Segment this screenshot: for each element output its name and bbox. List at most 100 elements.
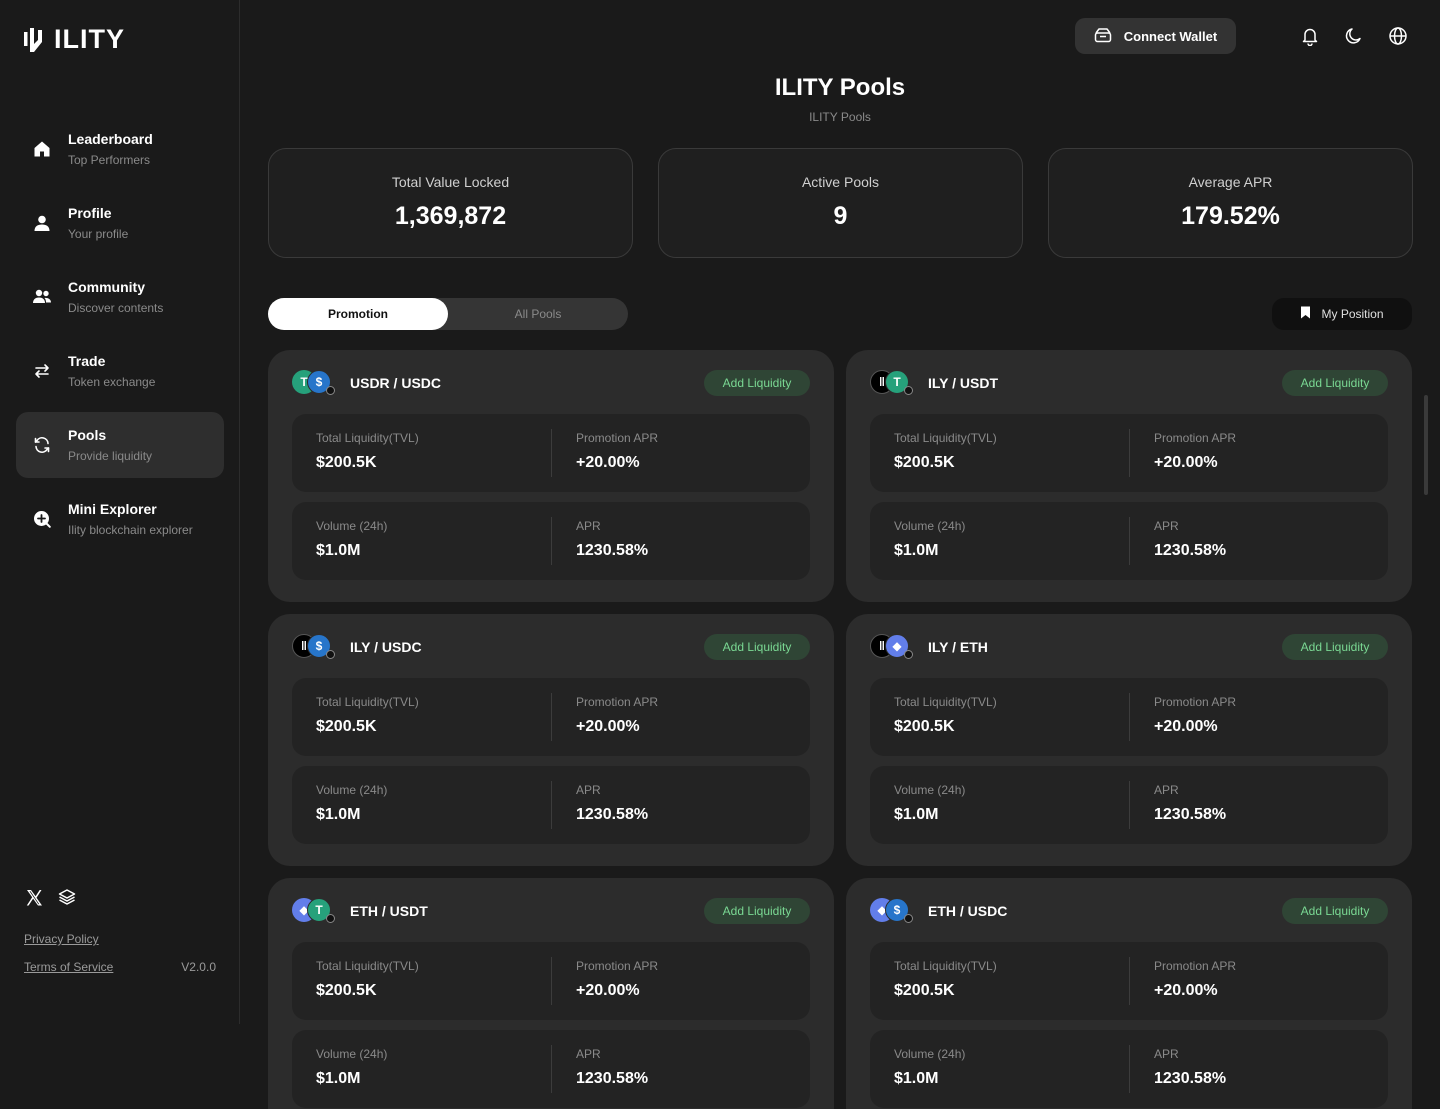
bell-icon[interactable]: [1300, 26, 1320, 47]
pool-pair-name: ETH / USDT: [350, 903, 428, 919]
add-liquidity-button[interactable]: Add Liquidity: [704, 634, 810, 660]
pool-metrics-row: Volume (24h) $1.0M APR 1230.58%: [870, 502, 1388, 580]
pool-card: T $ USDR / USDC Add Liquidity Total Liqu…: [268, 350, 834, 602]
sidebar-item-community[interactable]: Community Discover contents: [16, 264, 224, 330]
tab-promotion[interactable]: Promotion: [268, 298, 448, 330]
metric-value: 1230.58%: [576, 1070, 649, 1087]
pair-icons: ǁ $: [292, 634, 336, 660]
metric-label: Volume (24h): [894, 519, 966, 533]
metric-apr: APR 1230.58%: [1154, 783, 1226, 824]
metric-label: Total Liquidity(TVL): [894, 431, 997, 445]
stat-label: Average APR: [1188, 174, 1273, 190]
pool-metrics-row: Volume (24h) $1.0M APR 1230.58%: [870, 1030, 1388, 1108]
people-icon: [32, 287, 52, 307]
page-title: ILITY Pools: [774, 74, 906, 101]
user-icon: [32, 213, 52, 233]
pool-metrics-row: Total Liquidity(TVL) $200.5K Promotion A…: [870, 942, 1388, 1020]
layers-icon[interactable]: [58, 888, 76, 913]
metric-volume: Volume (24h) $1.0M: [894, 783, 965, 824]
bookmark-icon: [1300, 306, 1311, 322]
divider: [1129, 429, 1130, 477]
metric-value: 1230.58%: [1154, 806, 1227, 823]
sidebar-item-title: Pools: [68, 427, 107, 443]
add-liquidity-button[interactable]: Add Liquidity: [1282, 370, 1388, 396]
metric-label: Total Liquidity(TVL): [316, 695, 419, 709]
pool-metrics-row: Volume (24h) $1.0M APR 1230.58%: [292, 502, 810, 580]
divider: [1129, 781, 1130, 829]
x-twitter-icon[interactable]: [24, 888, 44, 913]
pool-card-header: T $ USDR / USDC: [292, 370, 441, 396]
my-position-label: My Position: [1321, 307, 1384, 321]
stat-value: 1,369,872: [394, 202, 507, 230]
metric-promotion-apr: Promotion APR +20.00%: [1154, 959, 1236, 1000]
metric-apr: APR 1230.58%: [576, 519, 648, 560]
sidebar-item-trade[interactable]: Trade Token exchange: [16, 338, 224, 404]
metric-tvl: Total Liquidity(TVL) $200.5K: [894, 695, 997, 736]
metric-label: Total Liquidity(TVL): [316, 431, 419, 445]
metric-volume: Volume (24h) $1.0M: [894, 1047, 965, 1088]
metric-apr: APR 1230.58%: [576, 1047, 648, 1088]
sidebar-item-subtitle: Discover contents: [68, 301, 164, 315]
pool-card-header: ǁ ◆ ILY / ETH: [870, 634, 988, 660]
stat-label: Total Value Locked: [391, 174, 510, 190]
explorer-icon: [32, 509, 52, 529]
metric-label: Total Liquidity(TVL): [894, 959, 997, 973]
scrollbar-thumb[interactable]: [1424, 395, 1428, 495]
social-links: [24, 888, 76, 913]
swap-icon: [32, 361, 52, 381]
globe-icon[interactable]: [1388, 26, 1408, 46]
metric-label: Total Liquidity(TVL): [894, 695, 997, 709]
connect-wallet-button[interactable]: Connect Wallet: [1075, 18, 1236, 54]
metric-label: APR: [576, 1047, 601, 1061]
metric-value: $1.0M: [894, 542, 939, 559]
metric-label: APR: [576, 783, 601, 797]
sidebar-item-title: Mini Explorer: [68, 501, 157, 517]
metric-label: APR: [576, 519, 601, 533]
ility-logo-icon: [24, 27, 42, 52]
brand-logo[interactable]: ILITY: [24, 24, 125, 55]
stat-card-tvl: Total Value Locked 1,369,872: [268, 148, 633, 258]
metric-tvl: Total Liquidity(TVL) $200.5K: [894, 431, 997, 472]
stat-card-active-pools: Active Pools 9: [658, 148, 1023, 258]
ily-network-badge-icon: [904, 914, 913, 923]
pool-card: ǁ $ ILY / USDC Add Liquidity Total Liqui…: [268, 614, 834, 866]
pair-icons: ǁ T: [870, 370, 914, 396]
add-liquidity-button[interactable]: Add Liquidity: [704, 370, 810, 396]
ily-network-badge-icon: [326, 650, 335, 659]
metric-value: $1.0M: [894, 806, 939, 823]
stat-value: 179.52%: [1181, 202, 1280, 230]
moon-icon[interactable]: [1344, 26, 1364, 46]
add-liquidity-button[interactable]: Add Liquidity: [1282, 634, 1388, 660]
metric-label: APR: [1154, 519, 1179, 533]
add-liquidity-button[interactable]: Add Liquidity: [1282, 898, 1388, 924]
pool-card-header: ◆ T ETH / USDT: [292, 898, 428, 924]
metric-value: $200.5K: [316, 982, 377, 999]
refresh-icon: [32, 435, 52, 455]
ily-network-badge-icon: [326, 386, 335, 395]
pool-pair-name: ILY / USDC: [350, 639, 422, 655]
metric-value: $1.0M: [316, 806, 361, 823]
metric-volume: Volume (24h) $1.0M: [894, 519, 965, 560]
tab-all-pools[interactable]: All Pools: [448, 298, 628, 330]
metric-apr: APR 1230.58%: [1154, 1047, 1226, 1088]
metric-promotion-apr: Promotion APR +20.00%: [576, 695, 658, 736]
sidebar-item-leaderboard[interactable]: Leaderboard Top Performers: [16, 116, 224, 182]
terms-of-service-link[interactable]: Terms of Service: [24, 960, 113, 974]
sidebar-item-title: Leaderboard: [68, 131, 153, 147]
metric-value: +20.00%: [576, 454, 640, 471]
sidebar-item-profile[interactable]: Profile Your profile: [16, 190, 224, 256]
metric-value: $1.0M: [894, 1070, 939, 1087]
stat-card-average-apr: Average APR 179.52%: [1048, 148, 1413, 258]
sidebar-item-subtitle: Your profile: [68, 227, 129, 241]
pool-filter-tabs: Promotion All Pools: [268, 298, 628, 330]
sidebar-item-pools[interactable]: Pools Provide liquidity: [16, 412, 224, 478]
add-liquidity-button[interactable]: Add Liquidity: [704, 898, 810, 924]
divider: [1129, 517, 1130, 565]
metric-label: Promotion APR: [1154, 431, 1237, 445]
pool-pair-name: ETH / USDC: [928, 903, 1008, 919]
my-position-button[interactable]: My Position: [1272, 298, 1412, 330]
metric-label: APR: [1154, 1047, 1179, 1061]
privacy-policy-link[interactable]: Privacy Policy: [24, 932, 99, 946]
pool-metrics-row: Total Liquidity(TVL) $200.5K Promotion A…: [292, 678, 810, 756]
sidebar-item-mini-explorer[interactable]: Mini Explorer Ility blockchain explorer: [16, 486, 224, 552]
